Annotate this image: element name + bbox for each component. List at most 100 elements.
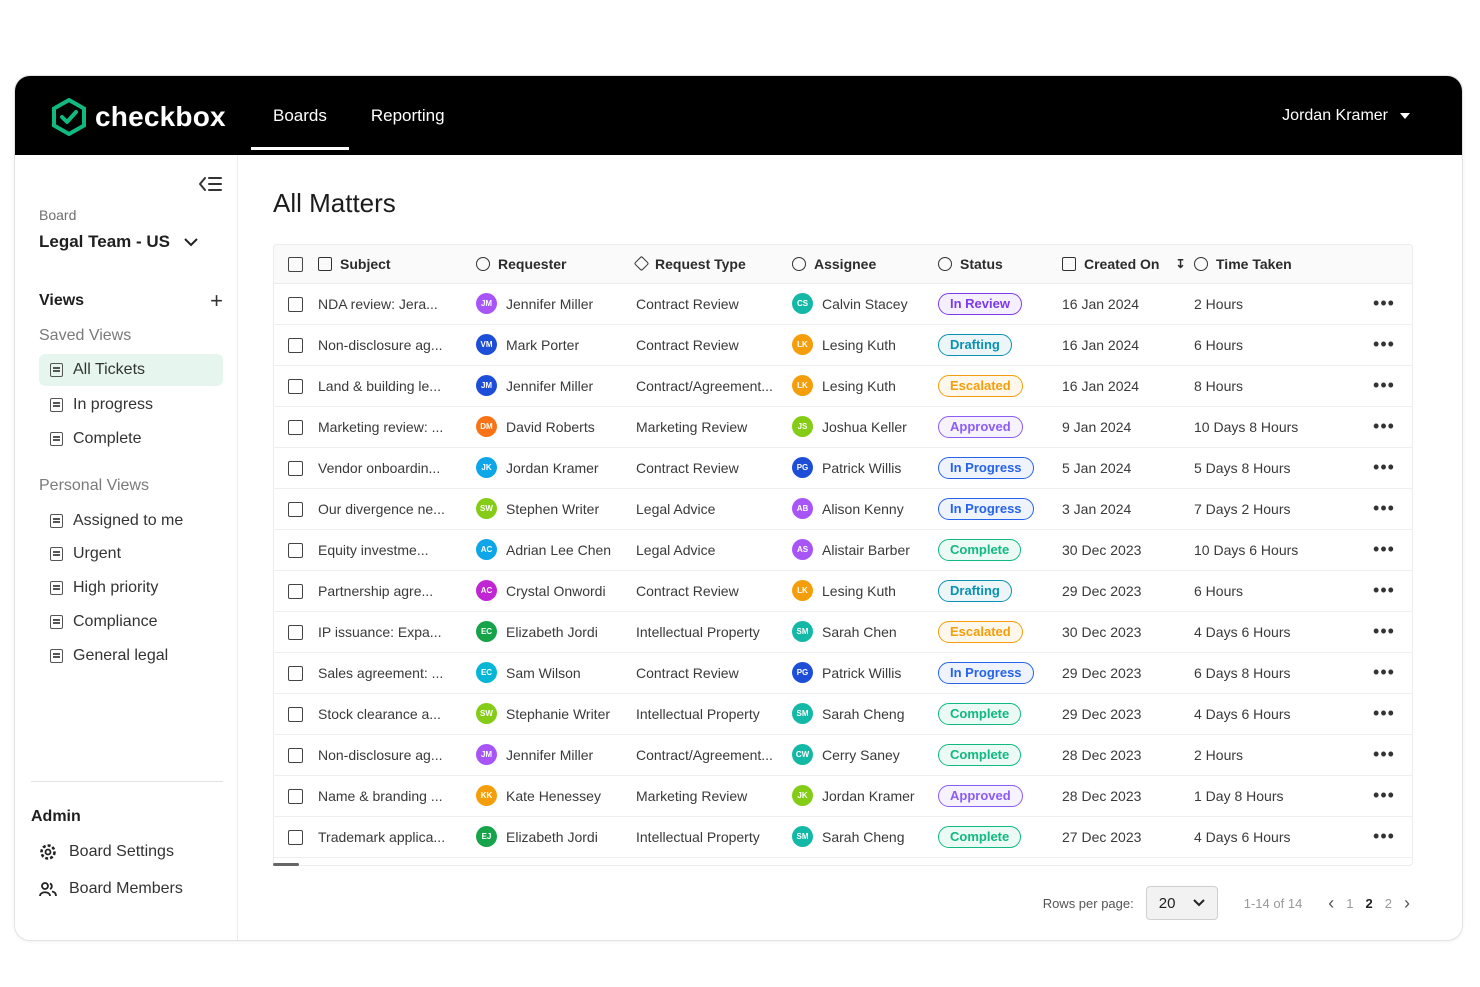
add-view-icon[interactable]: + [210,288,223,314]
row-checkbox[interactable] [288,829,303,845]
status-badge[interactable]: Drafting [938,333,1012,356]
status-badge[interactable]: In Review [938,292,1022,315]
subject-cell[interactable]: IP issuance: Expa... [318,611,476,653]
column-header-status[interactable]: Status [938,256,1062,272]
prev-page-icon[interactable]: ‹ [1328,893,1334,914]
sidebar-item-complete[interactable]: Complete [39,423,223,455]
row-checkbox[interactable] [288,419,303,435]
subject-cell[interactable]: Sales agreement: ... [318,652,476,694]
tab-boards[interactable]: Boards [251,76,349,155]
more-actions-icon[interactable]: ••• [1354,406,1412,448]
subject-cell[interactable]: Non-disclosure ag... [318,734,476,776]
column-header-created-on[interactable]: Created On ↧ [1062,256,1194,272]
table-row[interactable]: Marketing review: ... DM David Roberts Mark… [274,406,1412,448]
column-header-assignee[interactable]: Assignee [792,256,938,272]
table-row[interactable]: Equity investme... AC Adrian Lee Chen Legal… [274,529,1412,571]
subject-cell[interactable]: Trademark applica... [318,816,476,858]
row-checkbox[interactable] [288,747,303,763]
sidebar-item-urgent[interactable]: Urgent [39,538,223,570]
subject-cell[interactable]: NDA review: Jera... [318,283,476,325]
status-badge[interactable]: In Progress [938,497,1034,520]
more-actions-icon[interactable]: ••• [1354,775,1412,817]
more-actions-icon[interactable]: ••• [1354,447,1412,489]
status-badge[interactable]: In Progress [938,661,1034,684]
subject-cell[interactable]: Stock clearance a... [318,693,476,735]
more-actions-icon[interactable]: ••• [1354,283,1412,325]
column-header-requester[interactable]: Requester [476,256,636,272]
status-badge[interactable]: Escalated [938,374,1023,397]
status-badge[interactable]: Approved [938,784,1023,807]
status-badge[interactable]: In Progress [938,456,1034,479]
tab-reporting[interactable]: Reporting [349,76,467,155]
sidebar-item-assigned-to-me[interactable]: Assigned to me [39,505,223,537]
row-checkbox[interactable] [288,665,303,681]
sort-desc-icon[interactable]: ↧ [1175,257,1185,271]
status-badge[interactable]: Complete [938,702,1022,725]
status-badge[interactable]: Approved [938,415,1023,438]
status-badge[interactable]: Complete [938,538,1022,561]
column-header-time-taken[interactable]: Time Taken [1194,256,1354,272]
table-row[interactable]: Non-disclosure ag... VM Mark Porter Contrac… [274,324,1412,366]
row-checkbox[interactable] [288,624,303,640]
status-badge[interactable]: Complete [938,825,1022,848]
sidebar-item-all-tickets[interactable]: All Tickets [39,354,223,386]
row-checkbox[interactable] [288,460,303,476]
board-selector[interactable]: Legal Team - US [39,232,198,252]
more-actions-icon[interactable]: ••• [1354,652,1412,694]
status-badge[interactable]: Complete [938,743,1022,766]
sidebar-item-compliance[interactable]: Compliance [39,606,223,638]
user-menu[interactable]: Jordan Kramer [1282,76,1410,155]
column-header-request-type[interactable]: Request Type [633,256,792,272]
subject-cell[interactable]: Equity investme... [318,529,476,571]
subject-cell[interactable]: Land & building le... [318,365,476,407]
row-checkbox[interactable] [288,706,303,722]
sidebar-item-general-legal[interactable]: General legal [39,640,223,672]
column-header-subject[interactable]: Subject [318,256,476,272]
more-actions-icon[interactable]: ••• [1354,611,1412,653]
page-number-2[interactable]: 2 [1366,896,1373,911]
row-checkbox[interactable] [288,501,303,517]
table-row[interactable]: Non-disclosure ag... JM Jennifer Miller Con… [274,734,1412,776]
sidebar-item-high-priority[interactable]: High priority [39,572,223,604]
page-number-1[interactable]: 1 [1346,896,1353,911]
table-row[interactable]: Vendor onboardin... JK Jordan Kramer Contra… [274,447,1412,489]
table-row[interactable]: Land & building le... JM Jennifer Miller Co… [274,365,1412,407]
table-row[interactable]: Stock clearance a... SW Stephanie Writer In… [274,693,1412,735]
more-actions-icon[interactable]: ••• [1354,324,1412,366]
row-checkbox[interactable] [288,378,303,394]
page-number-3[interactable]: 2 [1385,896,1392,911]
table-row[interactable]: Partnership agre... AC Crystal Onwordi Cont… [274,570,1412,612]
status-badge[interactable]: Escalated [938,620,1023,643]
subject-cell[interactable]: Name & branding ... [318,775,476,817]
board-settings-link[interactable]: Board Settings [39,843,174,861]
rows-per-page-select[interactable]: 20 [1145,886,1218,920]
board-members-link[interactable]: Board Members [39,880,183,898]
table-row[interactable]: Sales agreement: ... EC Sam Wilson Contract… [274,652,1412,694]
table-row[interactable]: IP issuance: Expa... EC Elizabeth Jordi Int… [274,611,1412,653]
table-row[interactable]: Name & branding ... KK Kate Henessey Market… [274,775,1412,817]
table-row[interactable]: Our divergence ne... SW Stephen Writer Lega… [274,488,1412,530]
status-badge[interactable]: Drafting [938,579,1012,602]
row-checkbox[interactable] [288,788,303,804]
subject-cell[interactable]: Our divergence ne... [318,488,476,530]
more-actions-icon[interactable]: ••• [1354,529,1412,571]
horizontal-scrollbar[interactable] [273,863,299,866]
row-checkbox[interactable] [288,296,303,312]
subject-cell[interactable]: Partnership agre... [318,570,476,612]
subject-cell[interactable]: Non-disclosure ag... [318,324,476,366]
table-row[interactable]: Trademark applica... EJ Elizabeth Jordi Int… [274,816,1412,858]
row-checkbox[interactable] [288,583,303,599]
more-actions-icon[interactable]: ••• [1354,734,1412,776]
brand-logo[interactable]: checkbox [51,98,226,136]
more-actions-icon[interactable]: ••• [1354,365,1412,407]
more-actions-icon[interactable]: ••• [1354,488,1412,530]
table-row[interactable]: NDA review: Jera... JM Jennifer Miller Cont… [274,283,1412,325]
subject-cell[interactable]: Marketing review: ... [318,406,476,448]
more-actions-icon[interactable]: ••• [1354,570,1412,612]
collapse-sidebar-icon[interactable] [198,173,224,195]
subject-cell[interactable]: Vendor onboardin... [318,447,476,489]
row-checkbox[interactable] [288,337,303,353]
sidebar-item-in-progress[interactable]: In progress [39,389,223,421]
select-all-checkbox[interactable] [288,257,303,273]
next-page-icon[interactable]: › [1404,893,1410,914]
